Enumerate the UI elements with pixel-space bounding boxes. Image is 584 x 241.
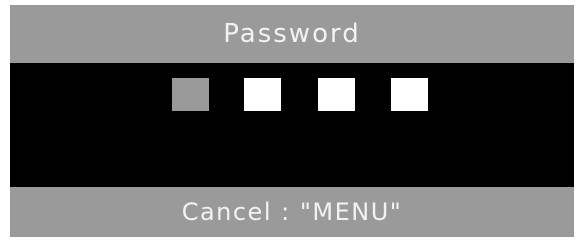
password-digit-3[interactable]: [318, 78, 355, 111]
password-entry-panel: [10, 63, 574, 187]
cancel-hint: Cancel : "MENU": [181, 198, 403, 226]
password-digit-2[interactable]: [244, 78, 281, 111]
password-dialog: Password Cancel : "MENU": [10, 5, 574, 237]
dialog-title: Password: [223, 19, 361, 49]
password-digit-4[interactable]: [391, 78, 428, 111]
password-digit-1[interactable]: [172, 78, 209, 111]
